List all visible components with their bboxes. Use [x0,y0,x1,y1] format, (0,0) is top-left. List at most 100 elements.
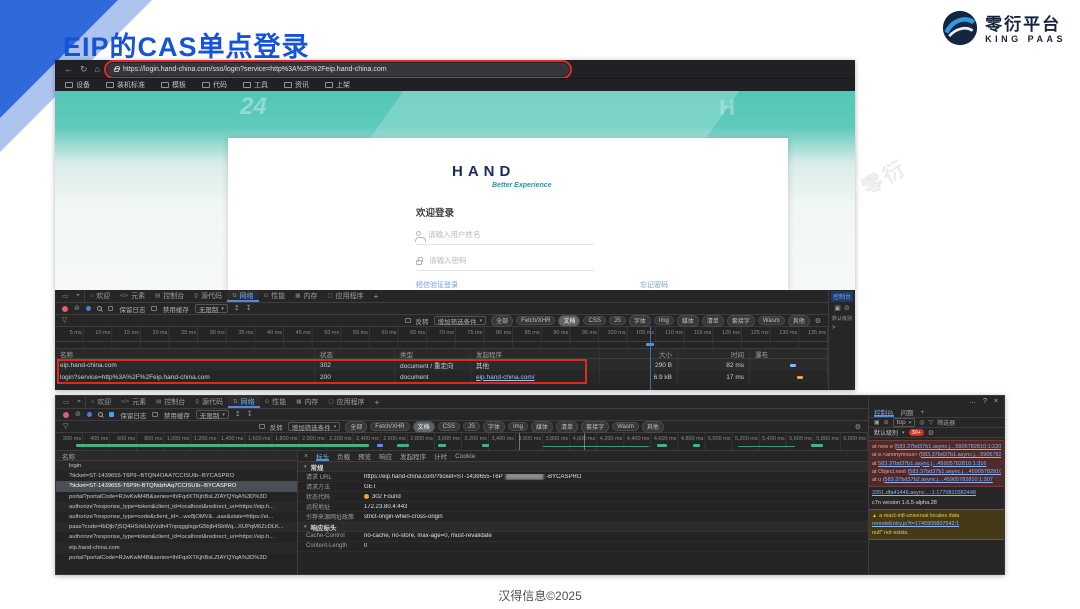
tab-welcome[interactable]: ⌂ 欢迎 [86,396,116,408]
filter-chip[interactable]: Img [653,316,674,325]
forgot-password-link[interactable]: 忘记密码 [640,280,668,290]
network-conditions-icon[interactable] [86,412,92,417]
console-prompt[interactable]: > [829,325,836,331]
panel-icon[interactable]: ▣ [874,419,880,426]
more-filters-select[interactable]: 增加筛选条件 ▾ [433,316,487,326]
import-har-icon[interactable]: ↥ [234,305,240,312]
request-row[interactable]: ?ticket=ST-1439655-T6P9h-BTQNdzhAq7CCISU… [56,481,297,492]
col-name[interactable]: 名称 [55,349,315,358]
tab-cookies[interactable]: Cookie [455,453,475,460]
request-row[interactable]: ?ticket=ST-1439655-T6P9--BTQN4OAA7CCISUI… [56,471,297,481]
more-tabs-button[interactable]: + [921,409,925,416]
filter-chip[interactable]: 字体 [628,314,651,327]
drawer-console-tab[interactable]: 控制台 [830,291,853,302]
tab-console[interactable]: ▤ 控制台 [151,396,190,408]
tab-sources[interactable]: {} 源代码 [190,396,228,408]
filter-chip[interactable]: Wasm [757,316,785,325]
context-select[interactable]: top ▾ [892,418,916,427]
more-menu-icon[interactable]: … [969,398,976,405]
tab-memory[interactable]: ▦ 内存 [291,396,323,408]
preserve-log-checkbox[interactable] [108,411,115,418]
filter-chip[interactable]: 套接字 [726,314,755,327]
request-row[interactable]: portal?portalCode=RJwKwM4B&series=IhlFqd… [56,553,297,563]
warning-link[interactable]: remoteEntry.js?t=1745905807542:1 [872,521,959,527]
table-row[interactable]: login?service=http%3A%2F%2Feip.hand-chin… [55,371,828,383]
reload-icon[interactable]: ↻ [80,64,88,74]
col-status[interactable]: 状态 [315,349,395,358]
username-field[interactable]: 请输入用户姓名 [414,229,594,245]
tab-welcome[interactable]: ⌂ 欢迎 [85,290,115,302]
col-type[interactable]: 类型 [395,349,471,358]
response-headers-section-header[interactable]: ▾ 响应标头 [298,522,868,532]
invert-checkbox[interactable] [259,423,265,430]
tab-elements[interactable]: </> 元素 [115,290,150,302]
filter-chip[interactable]: Img [508,422,529,431]
clear-icon[interactable]: ⊘ [75,411,81,418]
request-row[interactable]: authorize?response_type=code&client_id=.… [56,512,297,522]
stack-link[interactable]: 583.37bd37b1.async.j…5905782810:1:2205 [896,444,1001,450]
filter-chip[interactable]: 媒体 [676,314,699,327]
stack-link[interactable]: 583.37bd37b2.async.j…45905782810:1:307 [885,477,993,483]
bookmark-item[interactable]: 上架 [325,80,350,90]
tab-performance[interactable]: ⊙ 性能 [260,396,292,408]
disable-cache-checkbox[interactable] [151,305,157,312]
inspect-icon[interactable]: ⌖ [73,396,86,408]
gear-icon[interactable]: ⚙ [928,429,934,437]
address-url[interactable]: https://login.hand-china.com/sso/login?s… [123,66,387,73]
tab-elements[interactable]: </> 元素 [116,396,151,408]
search-icon[interactable] [97,412,103,417]
help-icon[interactable]: ? [983,398,987,405]
more-tabs-button[interactable]: + [369,290,384,302]
filter-chip[interactable]: 全部 [345,420,368,433]
export-har-icon[interactable]: ↧ [247,411,253,418]
more-filters-select[interactable]: 增加筛选条件 ▾ [287,422,341,432]
sms-login-link[interactable]: 短信验证登录 [416,280,458,290]
tab-initiator[interactable]: 发起程序 [400,451,426,461]
filter-chip[interactable]: 全部 [491,314,514,327]
request-row[interactable]: authorize?response_type=token&client_id=… [56,532,297,542]
tab-preview[interactable]: 预览 [358,451,371,461]
invert-checkbox[interactable] [405,317,411,324]
tab-application[interactable]: ▢ 应用程序 [322,290,368,302]
filter-chip[interactable]: 清单 [701,314,724,327]
bookmark-item[interactable]: 设备 [65,80,90,90]
eye-icon[interactable]: ◎ [919,419,924,426]
filter-chip[interactable]: 字体 [483,420,506,433]
filter-chip[interactable]: 清单 [556,420,579,433]
disable-cache-checkbox[interactable] [152,411,158,418]
clear-icon[interactable]: ⊘ [844,305,850,312]
record-icon[interactable] [63,411,69,418]
col-initiator[interactable]: 发起程序 [471,349,600,358]
tab-console[interactable]: ▤ 控制台 [150,290,189,302]
import-har-icon[interactable]: ↥ [235,411,241,418]
password-field[interactable]: 请输入密码 [416,255,594,271]
bookmark-item[interactable]: 装机标准 [106,80,145,90]
console-filter-input[interactable]: 筛选器 [937,418,955,427]
filter-chip[interactable]: 其他 [787,314,810,327]
filter-chip[interactable]: 文档 [412,420,435,433]
close-icon[interactable]: × [994,398,998,405]
tab-sources[interactable]: {} 源代码 [189,290,227,302]
tab-payload[interactable]: 负载 [337,451,350,461]
request-row[interactable]: portal?portalCode=RJwKwM4B&series=IhlFqd… [56,492,297,502]
source-link[interactable]: 3351.dfa41446.async…:1:1770810382448 [872,490,976,496]
filter-chip[interactable]: 媒体 [531,420,554,433]
filter-funnel-icon[interactable]: ▽ [63,423,68,430]
bookmark-item[interactable]: 代码 [202,80,227,90]
col-waterfall[interactable]: 瀑布 [750,349,828,358]
filter-chip[interactable]: JS [462,422,480,431]
col-size[interactable]: 大小 [600,349,678,358]
filter-chip[interactable]: CSS [437,422,460,431]
export-har-icon[interactable]: ↧ [246,305,252,312]
filter-chip[interactable]: Wasm [612,422,639,431]
filter-chip[interactable]: 套接字 [581,420,610,433]
filter-chip[interactable]: 文档 [558,314,581,327]
tab-response[interactable]: 响应 [379,451,392,461]
close-icon[interactable]: × [304,453,308,460]
bookmark-item[interactable]: 工具 [243,80,268,90]
tab-performance[interactable]: ⊙ 性能 [259,290,291,302]
tab-headers[interactable]: 标头 [316,451,329,461]
stack-link[interactable]: 583.37bd37b1.async.j…45905782810:1:316 [878,461,986,467]
request-row[interactable]: login [56,461,297,472]
stack-link[interactable]: 583.37bd37b1.async.j…45905782810:1:320 [909,469,1001,475]
